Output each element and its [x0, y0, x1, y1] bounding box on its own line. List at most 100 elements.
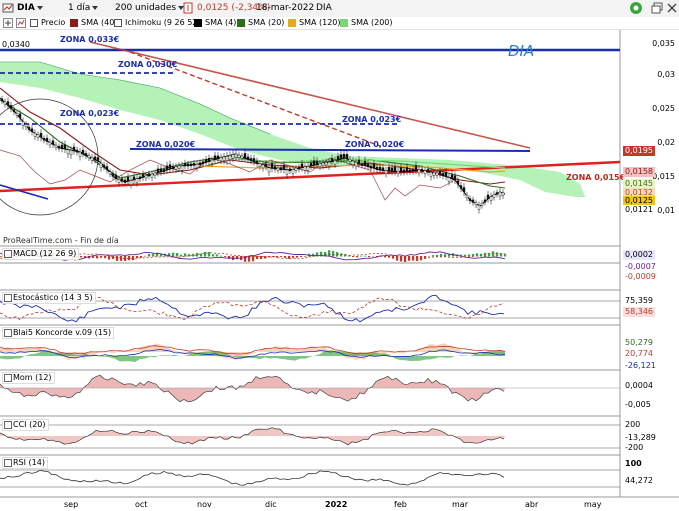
candle-body — [390, 167, 394, 172]
y-axis-tick: 0,015 — [652, 172, 675, 181]
macd-bar — [356, 256, 359, 258]
candle-body — [255, 160, 259, 164]
price-chart[interactable] — [0, 0, 679, 511]
candle-body — [363, 160, 367, 166]
candle-body — [72, 146, 76, 152]
candle-body — [75, 149, 79, 153]
macd-bar — [436, 254, 439, 257]
y-axis-tick: 0,02 — [657, 138, 675, 147]
candle-body — [456, 180, 460, 185]
macd-bar — [328, 250, 331, 257]
candle-body — [408, 169, 412, 173]
macd-bar — [132, 256, 135, 261]
x-axis-tick: abr — [525, 500, 539, 509]
candle-body — [12, 109, 16, 113]
candle-body — [435, 172, 439, 176]
macd-bar — [100, 256, 103, 258]
price-tag: 0,0195 — [623, 146, 655, 156]
y-axis-tick: 0,035 — [652, 39, 675, 48]
candle-body — [372, 163, 376, 169]
candle-body — [396, 170, 400, 174]
candle-body — [387, 166, 391, 172]
x-axis-tick: oct — [135, 500, 148, 509]
candle-body — [108, 171, 112, 175]
candle-body — [489, 196, 493, 201]
stochastic-panel-label[interactable]: Estocástico (14 3 5) — [2, 292, 96, 304]
candle-body — [120, 178, 124, 182]
candle-body — [177, 165, 181, 169]
x-axis-tick: mar — [452, 500, 468, 509]
candle-body — [231, 154, 235, 159]
macd-bar — [264, 256, 267, 259]
candle-body — [3, 101, 7, 105]
candle-body — [381, 167, 385, 171]
candle-body — [477, 205, 481, 210]
candle-body — [87, 155, 91, 159]
candle-body — [384, 170, 388, 174]
candle-body — [309, 162, 313, 167]
candle-body — [27, 126, 31, 130]
candle-body — [225, 156, 229, 161]
macd-bar — [444, 254, 447, 257]
candle-body — [6, 101, 10, 106]
cci-panel-label[interactable]: CCI (20) — [2, 419, 49, 431]
macd-bar — [148, 254, 151, 257]
candle-body — [312, 160, 316, 166]
zone-label: ZONA 0,020€ — [345, 140, 405, 149]
candle-body — [123, 179, 127, 183]
candle-body — [297, 166, 301, 170]
candle-body — [402, 169, 406, 173]
candle-body — [366, 163, 370, 168]
macd-bar — [108, 256, 111, 260]
candle-body — [498, 191, 502, 197]
cci-value: 200 — [625, 420, 641, 429]
candle-body — [444, 172, 448, 177]
koncorde-panel-label[interactable]: Blai5 Koncorde v.09 (15) — [2, 327, 115, 339]
price-tag: 0,0121 — [623, 205, 655, 215]
main-guides — [0, 41, 621, 216]
candle-body — [405, 167, 409, 172]
candle-body — [327, 161, 331, 167]
momentum-panel-label[interactable]: Mom (12) — [2, 372, 55, 384]
koncorde-value: 20,774 — [625, 349, 653, 358]
macd-bar — [80, 256, 83, 258]
candle-body — [210, 159, 214, 164]
candle-body — [237, 154, 241, 158]
candle-body — [33, 132, 37, 137]
candle-body — [357, 159, 361, 164]
candle-body — [213, 155, 217, 160]
candle-body — [315, 160, 319, 165]
zone-label: ZONA 0,030€ — [118, 60, 178, 69]
macd-bar — [504, 254, 507, 257]
candle-body — [420, 168, 424, 172]
candle-body — [138, 176, 142, 180]
zone-label: ZONA 0,023€ — [342, 115, 402, 124]
candle-body — [399, 167, 403, 173]
stochastic-value: 75,359 — [625, 296, 653, 305]
macd-bar — [144, 255, 147, 257]
candle-body — [207, 158, 211, 162]
candle-body — [147, 173, 151, 177]
macd-bar — [208, 252, 211, 257]
macd-bar — [296, 256, 299, 258]
macd-value: -0,0009 — [625, 272, 656, 281]
candle-body — [156, 168, 160, 173]
candle-body — [414, 165, 418, 171]
candle-body — [333, 160, 337, 165]
candle-body — [429, 172, 433, 177]
macd-bar — [140, 256, 143, 258]
macd-bar — [388, 256, 391, 258]
candle-body — [126, 176, 130, 182]
macd-panel-label[interactable]: MACD (12 26 9) — [2, 248, 80, 260]
x-axis-tick: dic — [265, 500, 277, 509]
rsi-panel-label[interactable]: RSI (14) — [2, 457, 48, 469]
x-axis-tick: nov — [197, 500, 212, 509]
candle-body — [54, 144, 58, 148]
candle-body — [111, 173, 115, 177]
candle-body — [261, 164, 265, 169]
macd-bar — [332, 250, 335, 257]
macd-bar — [236, 256, 239, 260]
candle-body — [438, 171, 442, 175]
macd-bar — [180, 254, 183, 257]
candle-body — [285, 169, 289, 175]
